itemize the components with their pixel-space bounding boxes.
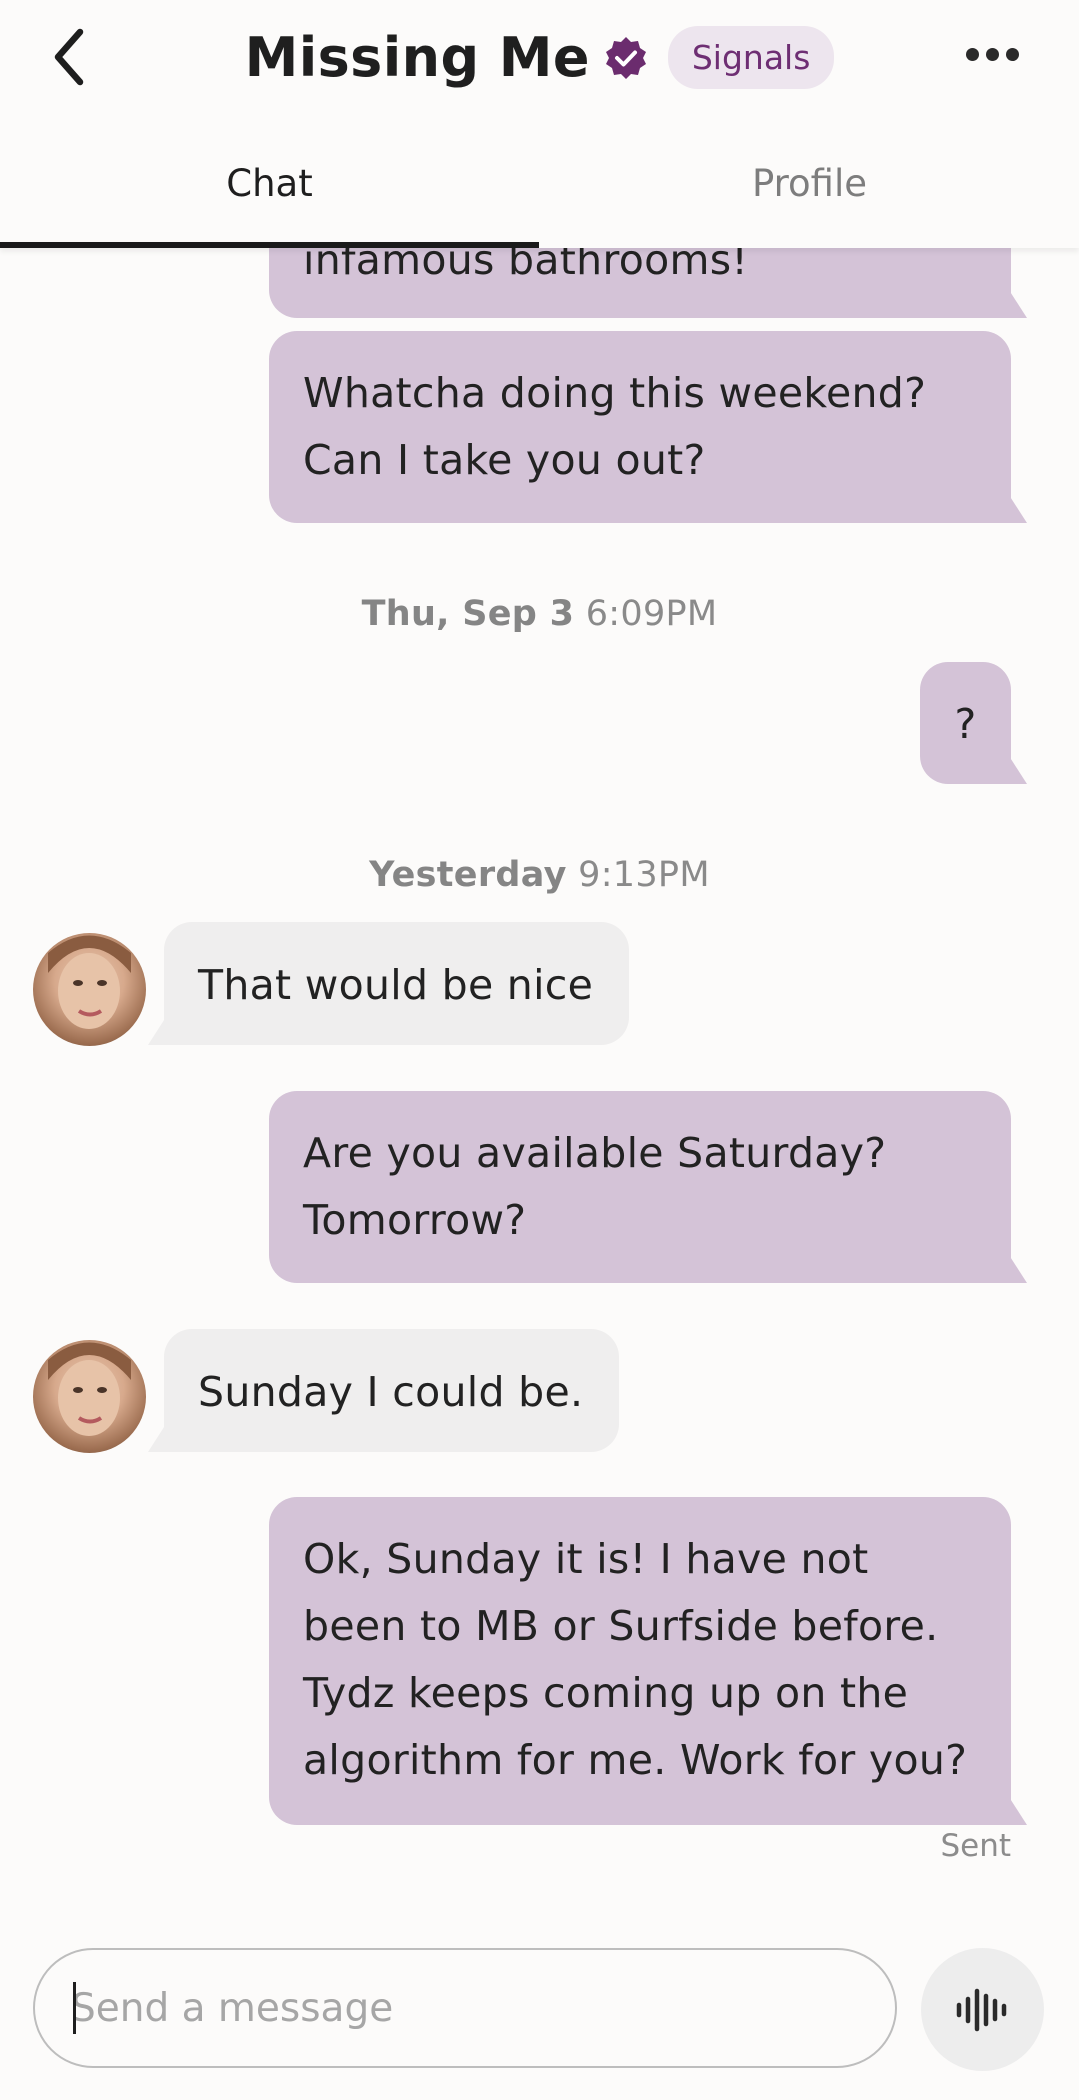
timestamp-day: Yesterday xyxy=(369,855,567,895)
tab-profile[interactable]: Profile xyxy=(540,118,1079,248)
message-text: Are you available Saturday? Tomorrow? xyxy=(303,1129,887,1244)
message-input[interactable] xyxy=(33,1948,897,2068)
tab-chat-label: Chat xyxy=(226,161,313,205)
timestamp-time: 9:13PM xyxy=(578,855,710,895)
message-incoming: That would be nice xyxy=(147,922,630,1045)
signals-badge[interactable]: Signals xyxy=(667,26,835,89)
more-horizontal-icon xyxy=(966,48,979,61)
tab-chat[interactable]: Chat xyxy=(0,118,539,248)
contact-name[interactable]: Missing Me xyxy=(245,26,590,89)
verified-badge-icon xyxy=(605,36,646,79)
message-outgoing: Are you available Saturday? Tomorrow? xyxy=(269,1091,1027,1283)
message-text: Ok, Sunday it is! I have not been to MB … xyxy=(303,1535,968,1784)
chat-screen: infamous bathrooms! Whatcha doing this w… xyxy=(0,0,1079,2100)
title-group: Missing Me Signals xyxy=(0,26,1079,89)
message-outgoing: Ok, Sunday it is! I have not been to MB … xyxy=(269,1497,1027,1825)
message-text: Whatcha doing this weekend? Can I take y… xyxy=(303,369,927,484)
message-incoming: Sunday I could be. xyxy=(147,1329,620,1452)
timestamp-time: 6:09PM xyxy=(585,594,718,634)
voice-waveform-icon xyxy=(956,1988,1006,2031)
timestamp: Thu, Sep 3 6:09PM xyxy=(0,594,1079,634)
more-horizontal-icon xyxy=(986,48,999,61)
contact-avatar[interactable] xyxy=(33,1340,146,1453)
message-outgoing: Whatcha doing this weekend? Can I take y… xyxy=(269,331,1027,523)
message-text: ? xyxy=(954,700,977,748)
text-cursor xyxy=(73,1982,76,2034)
message-text: That would be nice xyxy=(198,961,594,1009)
more-options-button[interactable] xyxy=(966,48,1020,62)
tab-profile-label: Profile xyxy=(751,161,868,205)
message-list[interactable]: infamous bathrooms! Whatcha doing this w… xyxy=(0,0,1079,1920)
timestamp: Yesterday 9:13PM xyxy=(0,855,1079,895)
message-text: Sunday I could be. xyxy=(198,1368,584,1416)
more-horizontal-icon xyxy=(1006,48,1019,61)
timestamp-day: Thu, Sep 3 xyxy=(361,594,575,634)
voice-message-button[interactable] xyxy=(921,1948,1044,2071)
message-outgoing: ? xyxy=(920,662,1027,784)
delivery-status: Sent xyxy=(940,1828,1011,1864)
composer xyxy=(0,1920,1079,2100)
tab-bar: Chat Profile xyxy=(0,118,1079,248)
top-bar: Missing Me Signals xyxy=(0,0,1079,118)
active-tab-indicator xyxy=(0,242,539,248)
contact-avatar[interactable] xyxy=(33,933,146,1046)
